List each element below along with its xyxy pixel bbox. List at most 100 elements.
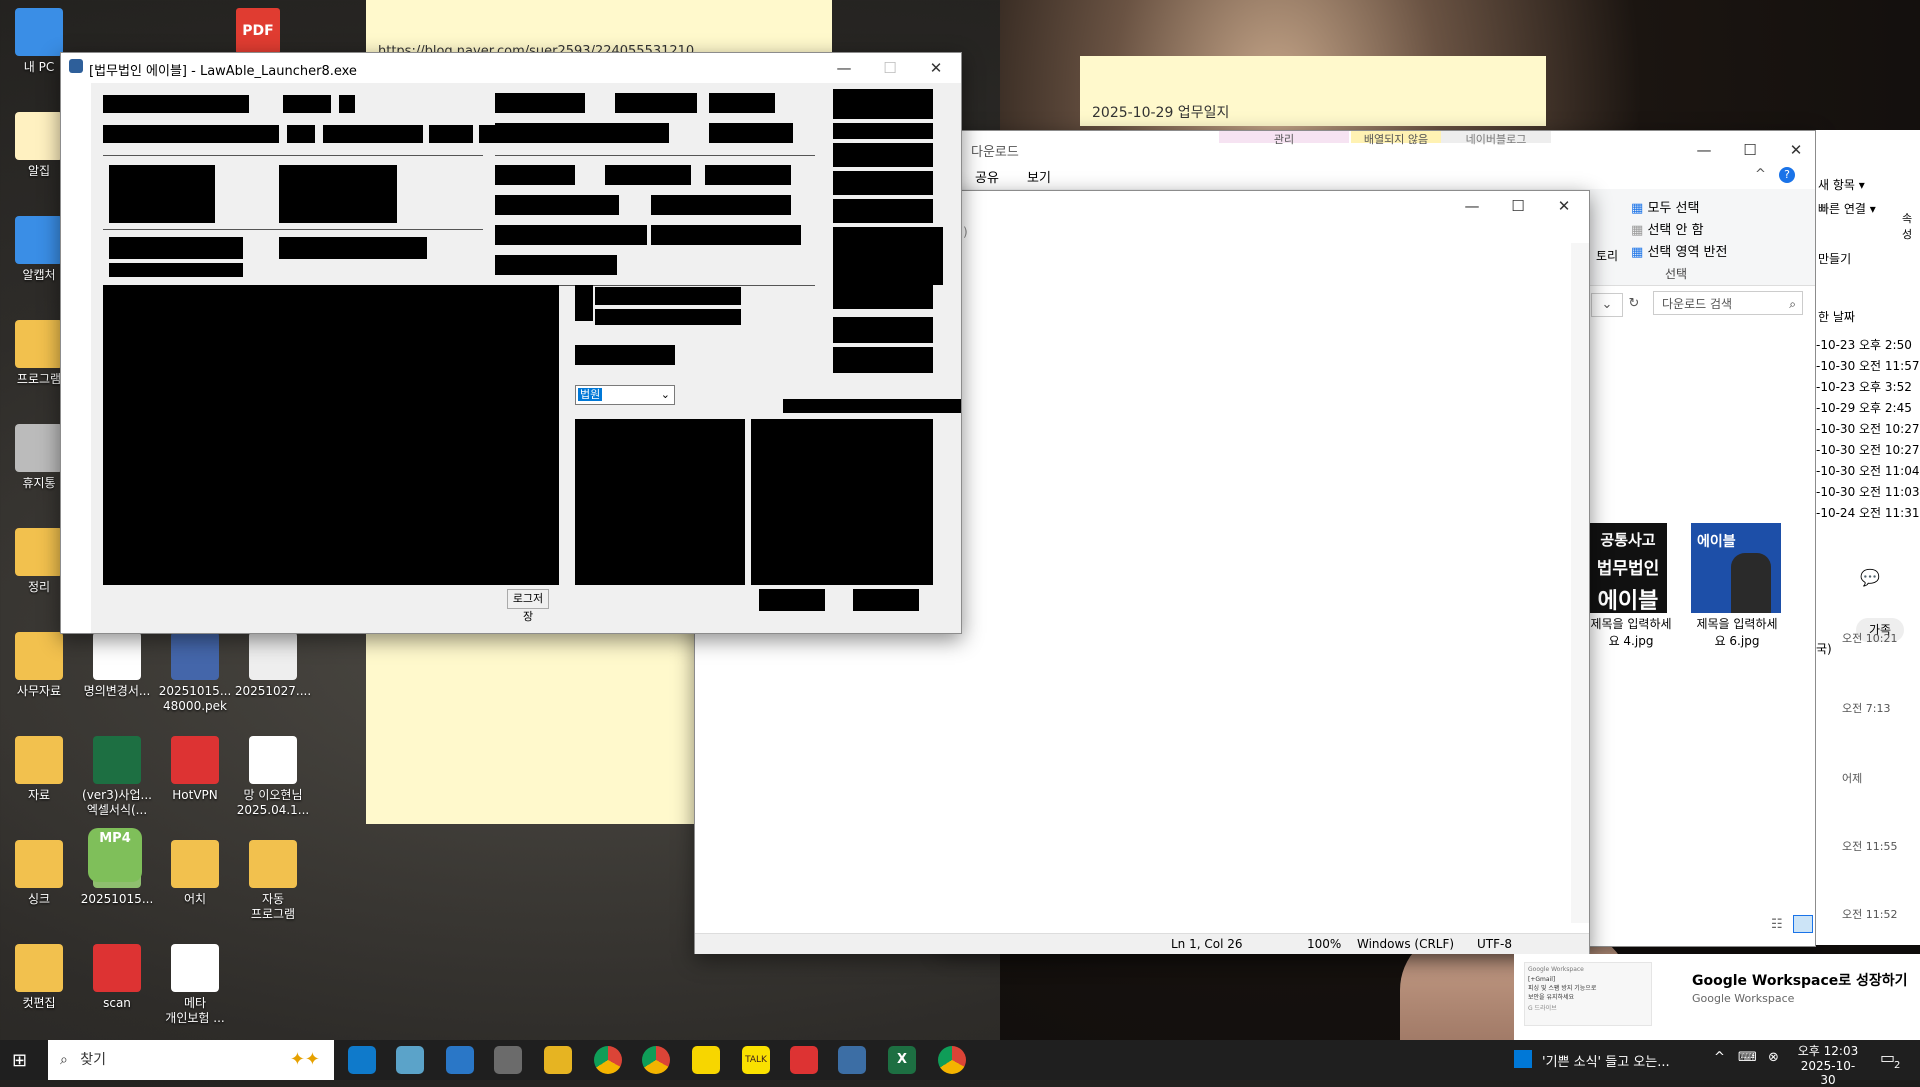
date-cell[interactable]: -10-23 오후 2:50 bbox=[1816, 336, 1912, 353]
hwp-icon[interactable] bbox=[446, 1046, 474, 1074]
chrome-icon[interactable] bbox=[594, 1046, 622, 1074]
thumbnail-6-caption[interactable]: 제목을 입력하세 요 6.jpg bbox=[1687, 615, 1787, 649]
notification-card[interactable]: Google Workspace [+Gmail] 피싱 및 스팸 방지 기능으… bbox=[1514, 954, 1920, 1040]
properties-button[interactable]: 속성 bbox=[1902, 210, 1920, 242]
notepad-maximize-icon[interactable]: ☐ bbox=[1495, 191, 1541, 221]
desktop-icon[interactable]: 어치 bbox=[156, 840, 234, 907]
desktop-icon[interactable]: 자료 bbox=[0, 736, 78, 803]
date-cell[interactable]: -10-29 오후 2:45 bbox=[1816, 399, 1912, 416]
ribbon-tab-naver[interactable]: 네이버블로그 bbox=[1441, 131, 1551, 146]
desktop-icon[interactable]: 명의변경서... bbox=[78, 632, 156, 699]
chrome-profile-icon[interactable] bbox=[642, 1046, 670, 1074]
sync-folder-icon bbox=[15, 840, 63, 888]
date-column-header[interactable]: 한 날짜 bbox=[1818, 308, 1855, 325]
pdf-icon[interactable]: PDF bbox=[236, 8, 280, 54]
search-box[interactable]: ⌕ 찾기 ✦✦ bbox=[48, 1040, 334, 1080]
tab-share[interactable]: 공유 bbox=[975, 167, 999, 186]
desktop-icon[interactable]: 싱크 bbox=[0, 840, 78, 907]
clock[interactable]: 오후 12:03 2025-10-30 bbox=[1796, 1042, 1860, 1087]
chat-time: 오전 7:13 bbox=[1842, 702, 1891, 715]
desktop-icon-label: (ver3)사업... 엑셀서식(... bbox=[82, 788, 152, 817]
organize-folder-icon bbox=[15, 528, 63, 576]
launcher-button-b[interactable] bbox=[853, 589, 919, 611]
log-save-button[interactable]: 로그저장 bbox=[507, 589, 549, 623]
excel-icon[interactable]: X bbox=[888, 1046, 916, 1074]
ribbon-tab-manage[interactable]: 관리 bbox=[1219, 131, 1349, 146]
this-pc-icon bbox=[15, 8, 63, 56]
collapse-ribbon-icon[interactable]: ^ bbox=[1755, 167, 1766, 182]
sticky-notes-icon[interactable] bbox=[692, 1046, 720, 1074]
edge-icon[interactable] bbox=[348, 1046, 376, 1074]
thumbnail-6[interactable]: 에이블 bbox=[1691, 523, 1781, 613]
desktop-icon[interactable]: 20251015... 48000.pek bbox=[156, 632, 234, 714]
data-folder-icon bbox=[15, 736, 63, 784]
help-icon[interactable]: ? bbox=[1779, 167, 1795, 183]
desktop-icon[interactable]: 20251027.... bbox=[234, 632, 312, 699]
date-cell[interactable]: -10-30 오전 11:03 bbox=[1816, 483, 1920, 500]
maximize-icon[interactable]: ☐ bbox=[1727, 135, 1773, 165]
ribbon-partial-item[interactable]: 토리 bbox=[1596, 247, 1618, 264]
ribbon-tab-unsorted[interactable]: 배열되지 않음 bbox=[1351, 131, 1441, 146]
programs-folder-icon bbox=[15, 320, 63, 368]
date-cell[interactable]: -10-30 오전 11:57 bbox=[1816, 357, 1920, 374]
date-cell[interactable]: -10-30 오전 11:04 bbox=[1816, 462, 1920, 479]
new-item-button[interactable]: 새 항목 ▾ bbox=[1818, 176, 1865, 193]
date-cell[interactable]: -10-23 오후 3:52 bbox=[1816, 378, 1912, 395]
chat-icon[interactable]: 💬 bbox=[1860, 568, 1880, 587]
launcher-close-icon[interactable]: ✕ bbox=[913, 53, 959, 83]
notes-app-icon[interactable] bbox=[396, 1046, 424, 1074]
large-icons-view-icon[interactable] bbox=[1793, 915, 1813, 933]
date-cell[interactable]: -10-24 오전 11:31 bbox=[1816, 504, 1920, 521]
desktop-icon[interactable]: (ver3)사업... 엑셀서식(... bbox=[78, 736, 156, 818]
desktop-icon[interactable]: HotVPN bbox=[156, 736, 234, 803]
search-input[interactable]: 다운로드 검색 ⌕ bbox=[1653, 291, 1803, 315]
notepad-close-icon[interactable]: ✕ bbox=[1541, 191, 1587, 221]
notepad-minimize-icon[interactable]: — bbox=[1449, 191, 1495, 221]
notepad-scrollbar[interactable] bbox=[1571, 243, 1589, 923]
address-dropdown-icon[interactable]: ⌄ bbox=[1591, 293, 1623, 317]
kakaotalk-icon[interactable]: TALK bbox=[742, 1046, 770, 1074]
court-dropdown[interactable]: 법원 ⌄ bbox=[575, 385, 675, 405]
news-ticker[interactable]: '기쁜 소식' 들고 오는... bbox=[1542, 1051, 1670, 1070]
thumbnail-4-caption[interactable]: 제목을 입력하세 요 4.jpg bbox=[1581, 615, 1681, 649]
details-view-icon[interactable]: ☷ bbox=[1771, 917, 1783, 932]
date-cell[interactable]: -10-30 오전 10:27 bbox=[1816, 441, 1920, 458]
desktop-icon[interactable]: 자동 프로그램 bbox=[234, 840, 312, 922]
refresh-icon[interactable]: ↻ bbox=[1623, 293, 1645, 315]
start-icon[interactable]: ⊞ bbox=[12, 1050, 27, 1071]
chrome-icon-2[interactable] bbox=[938, 1046, 966, 1074]
date-cell[interactable]: -10-30 오전 10:27 bbox=[1816, 420, 1920, 437]
desktop-icon[interactable]: 망 이오현님 2025.04.1... bbox=[234, 736, 312, 818]
launcher-window[interactable]: [법무법인 에이블] - LawAble_Launcher8.exe — ☐ ✕ bbox=[60, 52, 962, 634]
desktop-icon[interactable]: scan bbox=[78, 944, 156, 1011]
close-icon[interactable]: ✕ bbox=[1773, 135, 1819, 165]
invert-selection-button[interactable]: ▦ 선택 영역 반전 bbox=[1631, 241, 1727, 260]
tab-view[interactable]: 보기 bbox=[1027, 167, 1051, 186]
select-none-button[interactable]: ▦ 선택 안 함 bbox=[1631, 219, 1704, 238]
mute-icon[interactable]: ⊗ bbox=[1768, 1050, 1779, 1065]
quick-link-button[interactable]: 빠른 연결 ▾ bbox=[1818, 200, 1876, 217]
desktop-icon[interactable]: 사무자료 bbox=[0, 632, 78, 699]
select-all-button[interactable]: ▦ 모두 선택 bbox=[1631, 197, 1699, 216]
launcher-taskbar-icon[interactable] bbox=[838, 1046, 866, 1074]
select-group-label: 선택 bbox=[1665, 267, 1688, 281]
launcher-button-a[interactable] bbox=[759, 589, 825, 611]
office-files-folder-icon bbox=[15, 632, 63, 680]
notification-count: 2 bbox=[1894, 1060, 1901, 1071]
file-explorer-icon[interactable] bbox=[544, 1046, 572, 1074]
sticky-note-right[interactable]: 2025-10-29 업무일지 bbox=[1080, 56, 1546, 126]
action-center-icon[interactable]: ▭ bbox=[1880, 1048, 1895, 1067]
hotvpn-icon[interactable] bbox=[790, 1046, 818, 1074]
desktop-icon-label: 메타 개인보험 ... bbox=[165, 996, 225, 1025]
desktop-icon[interactable]: 메타 개인보험 ... bbox=[156, 944, 234, 1026]
chat-time: 오전 11:52 bbox=[1842, 908, 1898, 921]
news-icon[interactable] bbox=[1514, 1050, 1532, 1068]
tray-chevron-icon[interactable]: ^ bbox=[1714, 1050, 1725, 1065]
thumbnail-4[interactable]: 공통사고 법무법인 에이블 bbox=[1589, 523, 1667, 613]
minimize-icon[interactable]: — bbox=[1681, 135, 1727, 165]
keyboard-icon[interactable]: ⌨ bbox=[1738, 1050, 1757, 1065]
desktop-icon[interactable]: 컷편집 bbox=[0, 944, 78, 1011]
calculator-icon[interactable] bbox=[494, 1046, 522, 1074]
notification-source: Google Workspace bbox=[1692, 992, 1795, 1005]
launcher-minimize-icon[interactable]: — bbox=[821, 53, 867, 83]
